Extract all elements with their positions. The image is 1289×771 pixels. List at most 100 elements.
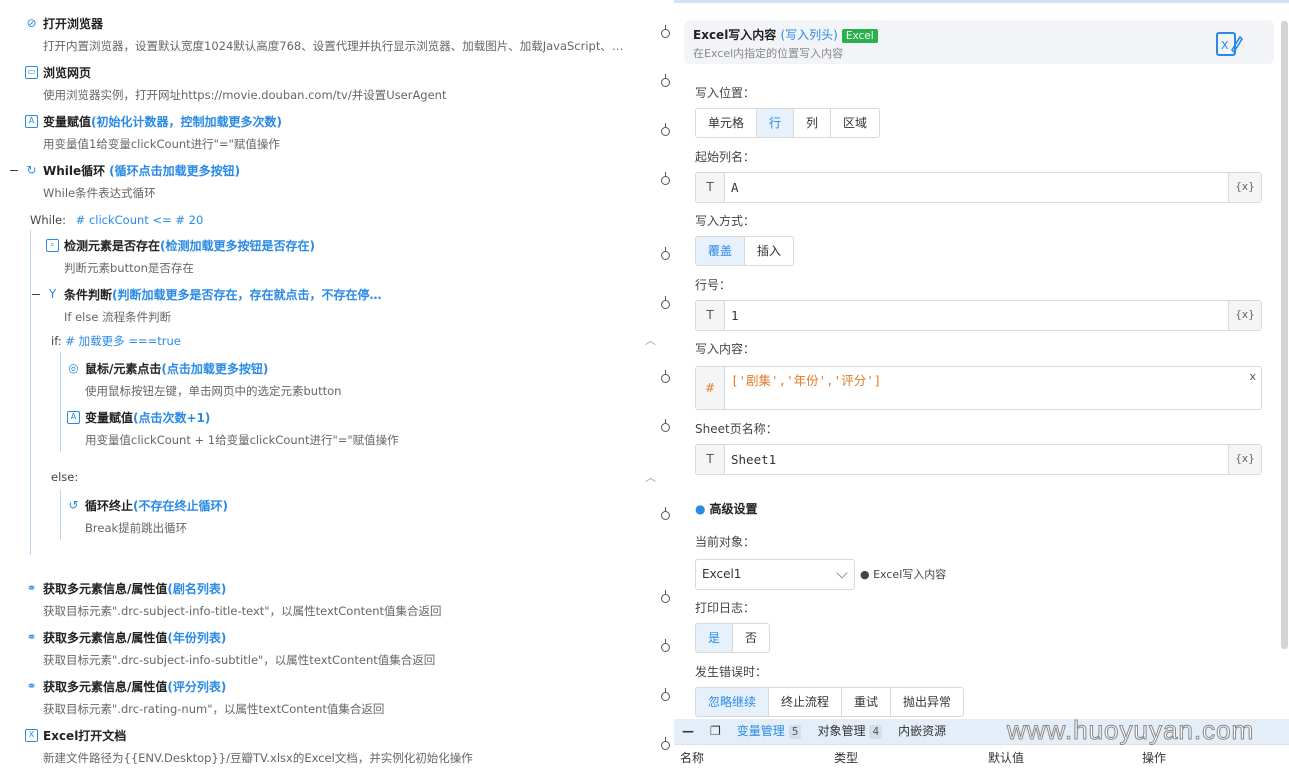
- step-title: 循环终止: [85, 498, 134, 513]
- tab-variables[interactable]: 变量管理 5: [729, 719, 810, 744]
- collapse-if-icon[interactable]: [32, 294, 40, 295]
- step-open-browser[interactable]: ⊘ 打开浏览器 打开内置浏览器，设置默认宽度1024默认高度768、设置代理并执行…: [25, 14, 645, 54]
- connector-node[interactable]: [661, 692, 670, 701]
- panel-comment: (写入列头): [780, 28, 838, 42]
- connector-node[interactable]: [661, 643, 670, 652]
- collapse-while-icon[interactable]: [10, 170, 18, 171]
- connector-node[interactable]: [661, 127, 670, 136]
- variable-button[interactable]: {x}: [1228, 173, 1261, 202]
- variable-button[interactable]: {x}: [1228, 301, 1261, 330]
- print-log-label: 打印日志：: [695, 601, 756, 615]
- step-mouse-click[interactable]: ◎ 鼠标/元素点击 (点击加载更多按钮) 使用鼠标按钮左键，单击网页中的选定元素bu…: [67, 359, 341, 399]
- advanced-settings-toggle[interactable]: ● 高级设置: [695, 500, 758, 517]
- step-comment: (评分列表): [167, 679, 227, 694]
- elements-icon: ⚭: [26, 629, 37, 644]
- excel-write-icon: X: [1216, 32, 1244, 56]
- write-content-input[interactable]: ['剧集','年份','评分']: [725, 367, 1261, 409]
- option-yes[interactable]: 是: [696, 624, 733, 652]
- while-condition[interactable]: While: # clickCount <= # 20: [30, 213, 203, 227]
- properties-panel: Excel写入内容 (写入列头) Excel 在Excel内指定的位置写入内容 X…: [674, 0, 1289, 771]
- option-insert[interactable]: 插入: [744, 237, 793, 265]
- print-log-group: 是 否: [695, 623, 771, 653]
- step-title: 条件判断: [64, 287, 113, 302]
- flow-editor: ⊘ 打开浏览器 打开内置浏览器，设置默认宽度1024默认高度768、设置代理并执行…: [0, 0, 674, 771]
- if-condition[interactable]: if: # 加载更多 ===true: [51, 333, 181, 349]
- collapse-if-caret-icon[interactable]: ︿: [645, 332, 656, 348]
- option-cell[interactable]: 单元格: [696, 109, 756, 137]
- start-column-input[interactable]: A: [725, 173, 1228, 202]
- option-stop[interactable]: 终止流程: [768, 688, 841, 716]
- write-content-label: 写入内容：: [695, 342, 756, 356]
- step-if-condition[interactable]: Y 条件判断 (判断加载更多是否存在，存在就点击，不存在停… If else 流程条…: [46, 285, 382, 325]
- option-row[interactable]: 行: [756, 109, 794, 137]
- sheet-name-field[interactable]: T Sheet1 {x}: [695, 444, 1262, 475]
- current-object-select[interactable]: Excel1: [695, 559, 855, 590]
- step-comment: (剧名列表): [167, 581, 227, 596]
- tab-objects[interactable]: 对象管理 4: [809, 719, 890, 744]
- else-label: else:: [51, 470, 79, 484]
- tab-resources[interactable]: 内嵌资源: [890, 719, 954, 744]
- collapse-else-caret-icon[interactable]: ︿: [645, 469, 656, 485]
- connector-node[interactable]: [661, 423, 670, 432]
- row-number-field[interactable]: T 1 {x}: [695, 300, 1262, 331]
- option-ignore[interactable]: 忽略继续: [696, 688, 769, 716]
- panel-header: Excel写入内容 (写入列头) Excel 在Excel内指定的位置写入内容 X: [684, 20, 1274, 64]
- step-get-elements-year[interactable]: ⚭ 获取多元素信息/属性值 (年份列表) 获取目标元素".drc-subject-i…: [25, 628, 435, 668]
- write-content-field[interactable]: # ['剧集','年份','评分'] x: [695, 366, 1262, 410]
- panel-scrollbar[interactable]: [1281, 21, 1288, 649]
- start-column-field[interactable]: T A {x}: [695, 172, 1262, 203]
- row-number-input[interactable]: 1: [725, 301, 1228, 330]
- type-prefix[interactable]: T: [696, 173, 725, 202]
- step-desc: 获取目标元素".drc-subject-info-title-text"，以属性…: [43, 604, 442, 618]
- step-while-loop[interactable]: ↻ While循环 (循环点击加载更多按钮) While条件表达式循环: [25, 161, 240, 201]
- minimize-icon[interactable]: —: [674, 719, 702, 744]
- on-error-label: 发生错误时：: [695, 665, 768, 679]
- type-prefix[interactable]: T: [696, 301, 725, 330]
- sheet-name-input[interactable]: Sheet1: [725, 445, 1228, 474]
- connector-node[interactable]: [661, 511, 670, 520]
- write-mode-group: 覆盖 插入: [695, 236, 795, 266]
- step-comment: (年份列表): [167, 630, 227, 645]
- step-desc: 打开内置浏览器，设置默认宽度1024默认高度768、设置代理并执行显示浏览器、加…: [43, 39, 624, 53]
- restore-icon[interactable]: ❐: [702, 719, 729, 744]
- variable-icon: A: [67, 410, 80, 424]
- step-break-loop[interactable]: ↺ 循环终止 (不存在终止循环) Break提前跳出循环: [67, 496, 228, 536]
- col-type: 类型: [834, 751, 859, 765]
- option-overwrite[interactable]: 覆盖: [696, 237, 745, 265]
- connector-node[interactable]: [661, 78, 670, 87]
- step-get-elements-rating[interactable]: ⚭ 获取多元素信息/属性值 (评分列表) 获取目标元素".drc-rating-nu…: [25, 677, 384, 717]
- connector-node[interactable]: [661, 374, 670, 383]
- option-range[interactable]: 区域: [830, 109, 879, 137]
- option-retry[interactable]: 重试: [841, 688, 890, 716]
- step-assign-var-2[interactable]: A 变量赋值 (点击次数+1) 用变量值clickCount + 1给变量click…: [67, 408, 399, 448]
- step-check-element[interactable]: ⌕ 检测元素是否存在 (检测加载更多按钮是否存在) 判断元素button是否存在: [46, 236, 315, 276]
- connector-node[interactable]: [661, 300, 670, 309]
- mouse-icon: ◎: [68, 360, 79, 375]
- connector-node[interactable]: [661, 176, 670, 185]
- clear-icon[interactable]: x: [1249, 370, 1256, 383]
- connector-node[interactable]: [661, 741, 670, 750]
- option-column[interactable]: 列: [793, 109, 830, 137]
- elements-icon: ⚭: [26, 580, 37, 595]
- connector-node[interactable]: [661, 251, 670, 260]
- bullet-icon: ●: [860, 568, 874, 581]
- step-excel-open[interactable]: X Excel打开文档 新建文件路径为{{ENV.Desktop}}/豆瓣TV.x…: [25, 726, 473, 766]
- step-browse-page[interactable]: ▭ 浏览网页 使用浏览器实例，打开网址https://movie.douban.c…: [25, 63, 446, 103]
- connector-node[interactable]: [661, 594, 670, 603]
- option-throw[interactable]: 抛出异常: [890, 688, 963, 716]
- expression-prefix[interactable]: #: [696, 367, 725, 409]
- variable-button[interactable]: {x}: [1228, 445, 1261, 474]
- option-no[interactable]: 否: [732, 624, 769, 652]
- col-name: 名称: [680, 751, 705, 765]
- step-comment: (判断加载更多是否存在，存在就点击，不存在停…: [112, 287, 382, 302]
- col-default: 默认值: [988, 751, 1025, 765]
- step-title: 变量赋值: [85, 410, 134, 425]
- step-get-elements-title[interactable]: ⚭ 获取多元素信息/属性值 (剧名列表) 获取目标元素".drc-subject-i…: [25, 579, 442, 619]
- current-object-note: ● Excel写入内容: [860, 568, 947, 581]
- step-desc: 用变量值clickCount + 1给变量clickCount进行"="赋值操作: [85, 433, 399, 447]
- step-assign-var[interactable]: A 变量赋值 (初始化计数器，控制加载更多次数) 用变量值1给变量clickCoun…: [25, 112, 282, 152]
- type-prefix[interactable]: T: [696, 445, 725, 474]
- connector-node[interactable]: [661, 29, 670, 38]
- step-desc: Break提前跳出循环: [85, 521, 188, 535]
- svg-text:X: X: [1221, 39, 1229, 52]
